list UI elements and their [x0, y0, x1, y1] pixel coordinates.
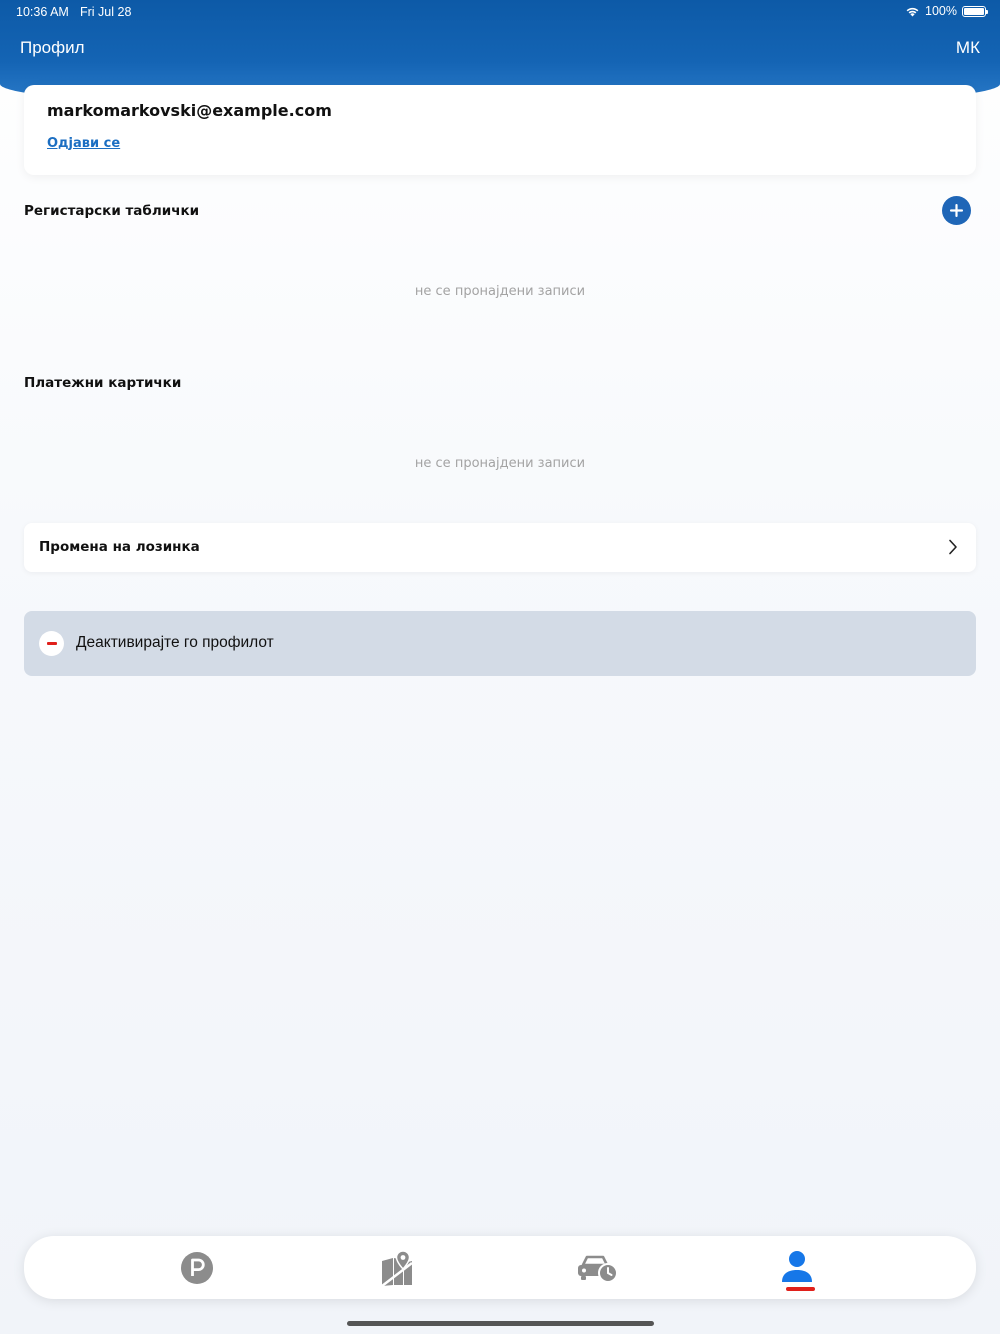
- cards-section-title: Платежни картички: [24, 375, 182, 391]
- tab-map[interactable]: [347, 1236, 447, 1299]
- tab-bar: [24, 1236, 976, 1299]
- car-clock-icon: [578, 1255, 618, 1283]
- account-card: markomarkovski@example.com Одјави се: [24, 85, 976, 175]
- change-password-label: Промена на лозинка: [39, 539, 200, 555]
- language-button[interactable]: МК: [956, 38, 980, 58]
- battery-icon: [962, 5, 988, 17]
- wifi-icon: [906, 7, 919, 16]
- change-password-row[interactable]: Промена на лозинка: [24, 523, 976, 572]
- logout-link[interactable]: Одјави се: [47, 136, 120, 151]
- active-tab-indicator: [786, 1287, 815, 1291]
- battery-percent: 100%: [925, 4, 957, 18]
- plates-empty-text: не се пронајдени записи: [414, 284, 586, 299]
- parking-icon: [181, 1251, 213, 1284]
- tab-parking[interactable]: [147, 1236, 247, 1299]
- deactivate-profile-label: Деактивирајте го профилот: [76, 634, 274, 651]
- status-bar: 10:36 AM Fri Jul 28 100%: [0, 0, 1000, 24]
- status-indicators: 100%: [905, 4, 988, 18]
- chevron-right-icon: [949, 539, 957, 555]
- add-plate-button[interactable]: [942, 196, 971, 225]
- account-email: markomarkovski@example.com: [47, 101, 332, 120]
- page-title: Профил: [20, 38, 85, 57]
- profile-icon: [782, 1250, 812, 1282]
- home-indicator: [347, 1321, 654, 1326]
- cards-empty-text: не се пронајдени записи: [414, 456, 586, 471]
- deactivate-profile-button[interactable]: Деактивирајте го профилот: [24, 611, 976, 676]
- map-pin-icon: [381, 1249, 413, 1287]
- status-time: 10:36 AM: [16, 5, 69, 19]
- status-date: Fri Jul 28: [80, 5, 132, 19]
- plus-icon: [950, 204, 963, 217]
- plates-section-title: Регистарски таблички: [24, 203, 200, 219]
- minus-circle-icon: [39, 631, 64, 656]
- tab-parking-history[interactable]: [547, 1236, 647, 1299]
